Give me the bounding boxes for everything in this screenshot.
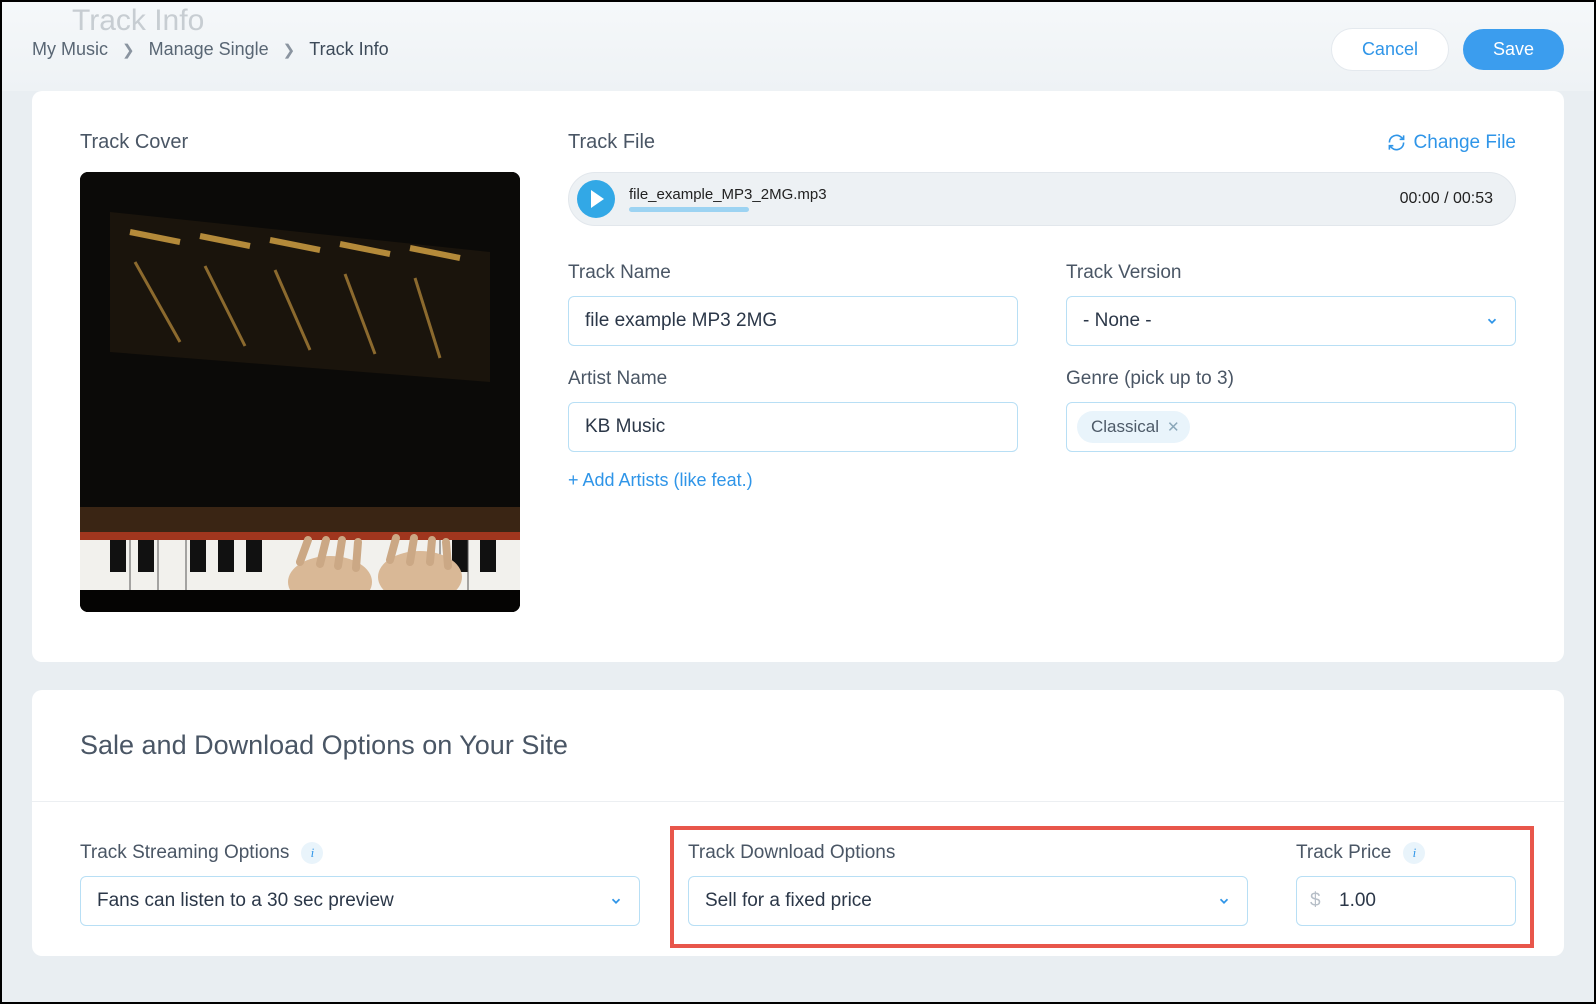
track-file-label: Track File bbox=[568, 131, 655, 154]
chevron-down-icon bbox=[1217, 894, 1231, 908]
download-options-select[interactable]: Sell for a fixed price bbox=[688, 876, 1248, 926]
genre-tag-classical: Classical ✕ bbox=[1077, 411, 1190, 443]
sale-section-title: Sale and Download Options on Your Site bbox=[80, 730, 1516, 761]
breadcrumb: My Music ❯ Manage Single ❯ Track Info bbox=[32, 39, 389, 60]
change-file-button[interactable]: Change File bbox=[1387, 132, 1516, 154]
breadcrumb-my-music[interactable]: My Music bbox=[32, 39, 108, 60]
refresh-icon bbox=[1387, 133, 1406, 152]
player-progress-bar[interactable] bbox=[629, 207, 749, 212]
artist-name-input[interactable] bbox=[568, 402, 1018, 452]
player-file-name: file_example_MP3_2MG.mp3 bbox=[629, 186, 1386, 203]
streaming-options-select[interactable]: Fans can listen to a 30 sec preview bbox=[80, 876, 640, 926]
track-version-select[interactable]: - None - bbox=[1066, 296, 1516, 346]
genre-label: Genre (pick up to 3) bbox=[1066, 368, 1516, 390]
genre-tag-label: Classical bbox=[1091, 417, 1159, 437]
player-time: 00:00 / 00:53 bbox=[1400, 190, 1493, 208]
track-version-label: Track Version bbox=[1066, 262, 1516, 284]
track-name-input[interactable] bbox=[568, 296, 1018, 346]
remove-tag-icon[interactable]: ✕ bbox=[1167, 418, 1180, 436]
track-info-card: Track Cover bbox=[32, 91, 1564, 662]
divider bbox=[32, 801, 1564, 802]
genre-tag-input[interactable]: Classical ✕ bbox=[1066, 402, 1516, 452]
chevron-down-icon bbox=[1485, 314, 1499, 328]
add-artists-link[interactable]: + Add Artists (like feat.) bbox=[568, 470, 1018, 491]
streaming-options-label: Track Streaming Options bbox=[80, 842, 289, 864]
track-version-value: - None - bbox=[1083, 310, 1152, 332]
track-cover-image[interactable] bbox=[80, 172, 520, 612]
track-name-label: Track Name bbox=[568, 262, 1018, 284]
highlighted-region: Track Download Options Sell for a fixed … bbox=[670, 826, 1534, 948]
info-icon[interactable]: i bbox=[301, 842, 323, 864]
breadcrumb-current: Track Info bbox=[309, 39, 388, 60]
download-options-value: Sell for a fixed price bbox=[705, 890, 872, 912]
track-price-label: Track Price bbox=[1296, 842, 1391, 864]
track-cover-label: Track Cover bbox=[80, 131, 520, 154]
play-icon bbox=[591, 190, 604, 208]
info-icon[interactable]: i bbox=[1403, 842, 1425, 864]
chevron-down-icon bbox=[609, 894, 623, 908]
sale-options-card: Sale and Download Options on Your Site T… bbox=[32, 690, 1564, 956]
piano-cover-art bbox=[80, 172, 520, 612]
download-options-label: Track Download Options bbox=[688, 842, 1248, 864]
track-price-input[interactable] bbox=[1296, 876, 1516, 926]
audio-player: file_example_MP3_2MG.mp3 00:00 / 00:53 bbox=[568, 172, 1516, 226]
artist-name-label: Artist Name bbox=[568, 368, 1018, 390]
chevron-right-icon: ❯ bbox=[122, 41, 135, 59]
chevron-right-icon: ❯ bbox=[283, 41, 296, 59]
streaming-options-value: Fans can listen to a 30 sec preview bbox=[97, 890, 394, 912]
cancel-button[interactable]: Cancel bbox=[1331, 28, 1449, 71]
breadcrumb-manage-single[interactable]: Manage Single bbox=[149, 39, 269, 60]
change-file-label: Change File bbox=[1414, 132, 1516, 154]
faded-page-title: Track Info bbox=[72, 4, 204, 38]
play-button[interactable] bbox=[577, 180, 615, 218]
dollar-icon: $ bbox=[1310, 890, 1321, 912]
save-button[interactable]: Save bbox=[1463, 29, 1564, 70]
